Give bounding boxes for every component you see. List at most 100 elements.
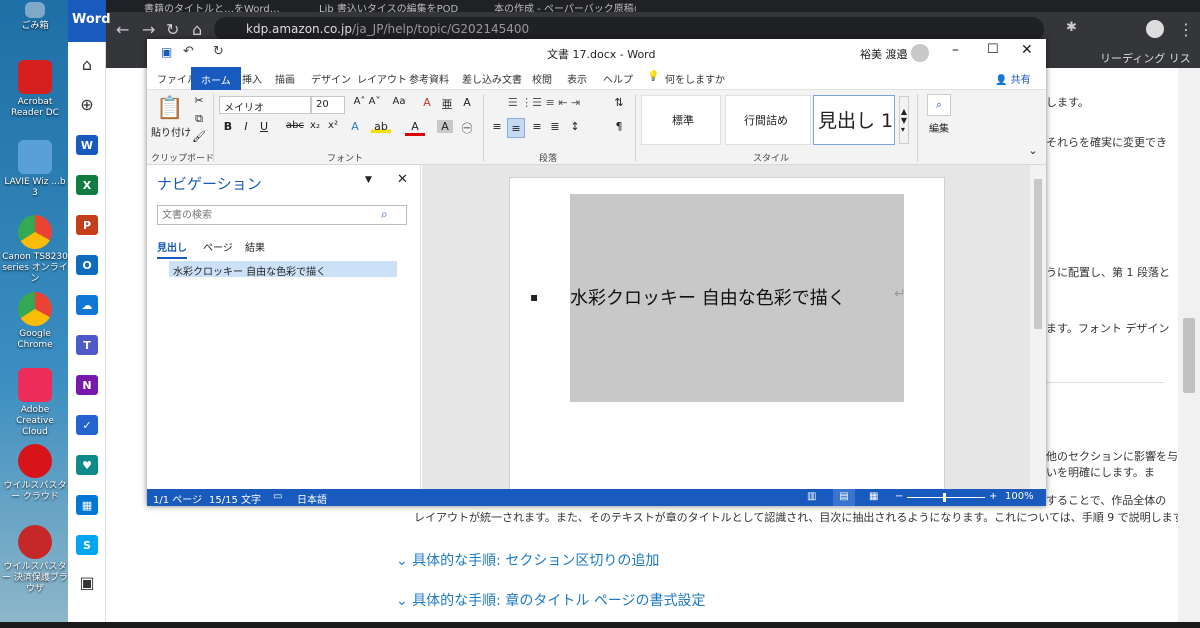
todo-app-icon[interactable]: ✓ bbox=[76, 415, 98, 435]
print-layout-icon[interactable]: ▤ bbox=[833, 489, 855, 506]
zoom-level[interactable]: 100% bbox=[1005, 491, 1034, 502]
align-right-icon[interactable]: ≡ bbox=[529, 120, 545, 133]
teams-app-icon[interactable]: T bbox=[76, 335, 98, 355]
desktop-icon-canon[interactable]: Canon TS8230 series オンライン bbox=[2, 215, 68, 285]
document-scrollbar[interactable] bbox=[1030, 165, 1046, 489]
profile-avatar[interactable] bbox=[1146, 20, 1164, 38]
browser-tab[interactable]: 書籍のタイトルと…をWord… bbox=[126, 0, 286, 12]
document-search-input[interactable] bbox=[157, 205, 407, 225]
address-bar[interactable]: kdp.amazon.co.jp/ja_JP/help/topic/G20214… bbox=[214, 17, 1044, 41]
line-spacing-icon[interactable]: ↕ bbox=[567, 120, 583, 133]
char-count[interactable]: 15/15 文字 bbox=[209, 491, 261, 506]
styles-scroll[interactable]: ▲ ▼ ▾ bbox=[899, 96, 909, 144]
maximize-icon[interactable]: ☐ bbox=[987, 42, 999, 57]
font-color-icon[interactable]: A bbox=[405, 120, 425, 136]
desktop-icon-lavie[interactable]: LAVIE Wiz ...b 3 bbox=[2, 140, 68, 199]
powerpoint-app-icon[interactable]: P bbox=[76, 215, 98, 235]
nav-tab-headings[interactable]: 見出し bbox=[157, 239, 187, 259]
document-page[interactable]: ▪ 水彩クロッキー 自由な色彩で描く ↵ bbox=[509, 177, 945, 497]
excel-app-icon[interactable]: X bbox=[76, 175, 98, 195]
onedrive-app-icon[interactable]: ☁ bbox=[76, 295, 98, 315]
home-icon[interactable]: ⌂ bbox=[192, 20, 202, 39]
font-grow-shrink-icon[interactable]: A˄ A˅ bbox=[347, 96, 387, 107]
reload-icon[interactable]: ↻ bbox=[166, 20, 179, 39]
sort-icon[interactable]: ⇅ bbox=[609, 96, 629, 109]
skype-app-icon[interactable]: S bbox=[76, 535, 98, 555]
tab-home[interactable]: ホーム bbox=[191, 67, 241, 90]
underline-icon[interactable]: U bbox=[257, 120, 271, 133]
family-safety-app-icon[interactable]: ♥ bbox=[76, 455, 98, 475]
copy-icon[interactable]: ⧉ bbox=[191, 112, 207, 126]
char-border-icon[interactable]: A bbox=[457, 96, 477, 109]
tab-view[interactable]: 表示 bbox=[567, 71, 587, 86]
italic-icon[interactable]: I bbox=[239, 120, 253, 133]
back-icon[interactable]: ← bbox=[116, 20, 129, 39]
tell-me-box[interactable]: 何をしますか bbox=[665, 71, 725, 86]
style-normal[interactable]: 標準 bbox=[641, 95, 721, 145]
word-app-icon[interactable]: W bbox=[76, 135, 98, 155]
desktop-icon-recycle-bin[interactable]: ごみ箱 bbox=[2, 2, 68, 32]
document-heading[interactable]: 水彩クロッキー 自由な色彩で描く bbox=[570, 284, 846, 310]
browser-tab[interactable]: Lib 書込いタイスの編集をPOD（ブー bbox=[301, 0, 461, 12]
desktop-icon-acrobat[interactable]: Acrobat Reader DC bbox=[2, 60, 68, 119]
search-icon[interactable]: ⌕ bbox=[381, 207, 388, 222]
tab-mailings[interactable]: 差し込み文書 bbox=[462, 71, 522, 86]
strikethrough-icon[interactable]: abc bbox=[285, 120, 305, 131]
enclose-char-icon[interactable]: ㊀ bbox=[457, 120, 477, 136]
all-apps-icon[interactable]: ▣ bbox=[74, 570, 100, 594]
scroll-thumb[interactable] bbox=[1183, 318, 1195, 393]
superscript-icon[interactable]: x² bbox=[325, 120, 341, 131]
plus-circle-icon[interactable]: ⊕ bbox=[74, 92, 100, 116]
home-icon[interactable]: ⌂ bbox=[74, 52, 100, 76]
nav-heading-item[interactable]: 水彩クロッキー 自由な色彩で描く bbox=[169, 261, 397, 278]
read-mode-icon[interactable]: ▥ bbox=[807, 491, 816, 502]
style-heading-1[interactable]: 見出し 1 bbox=[813, 95, 895, 145]
bold-icon[interactable]: B bbox=[221, 120, 235, 133]
zoom-out-icon[interactable]: − bbox=[895, 491, 903, 502]
phonetic-guide-icon[interactable]: 亜 bbox=[437, 96, 457, 112]
tab-help[interactable]: ヘルプ bbox=[603, 71, 633, 86]
close-icon[interactable]: ✕ bbox=[397, 172, 408, 187]
tab-insert[interactable]: 挿入 bbox=[242, 71, 262, 86]
format-painter-icon[interactable]: 🖌 bbox=[191, 130, 207, 143]
menu-icon[interactable]: ⋮ bbox=[1178, 20, 1194, 39]
expand-section-breaks-link[interactable]: ⌄ 具体的な手順: セクション区切りの追加 bbox=[396, 550, 659, 570]
justify-icon[interactable]: ≣ bbox=[547, 120, 563, 133]
paste-button[interactable]: 貼り付け bbox=[151, 124, 191, 139]
onenote-app-icon[interactable]: N bbox=[76, 375, 98, 395]
save-icon[interactable]: ▣ bbox=[161, 45, 172, 59]
calendar-app-icon[interactable]: ▦ bbox=[76, 495, 98, 515]
page-scrollbar[interactable] bbox=[1178, 68, 1200, 623]
proofing-icon[interactable]: ▭ bbox=[273, 491, 282, 502]
nav-tab-pages[interactable]: ページ bbox=[203, 239, 233, 254]
desktop-icon-chrome[interactable]: Google Chrome bbox=[2, 292, 68, 351]
minimize-icon[interactable]: – bbox=[952, 42, 959, 58]
user-avatar[interactable] bbox=[911, 44, 929, 62]
undo-icon[interactable]: ↶ bbox=[183, 44, 194, 59]
close-icon[interactable]: ✕ bbox=[1021, 42, 1033, 58]
redo-icon[interactable]: ↻ bbox=[213, 44, 224, 59]
align-left-icon[interactable]: ≡ bbox=[489, 120, 505, 133]
nav-tab-results[interactable]: 結果 bbox=[245, 239, 265, 254]
font-name-combo[interactable]: メイリオ bbox=[219, 96, 311, 114]
tab-layout[interactable]: レイアウト bbox=[357, 71, 407, 86]
desktop-icon-virusbuster-browser[interactable]: ウイルスバスター 決済保護ブラウザ bbox=[2, 525, 68, 595]
clear-format-icon[interactable]: A bbox=[417, 96, 437, 109]
language[interactable]: 日本語 bbox=[297, 491, 327, 506]
desktop-icon-adobe-cc[interactable]: Adobe Creative Cloud bbox=[2, 368, 68, 438]
web-layout-icon[interactable]: ▦ bbox=[869, 491, 878, 502]
zoom-in-icon[interactable]: + bbox=[989, 491, 997, 502]
list-buttons[interactable]: ☰ ⋮☰ ≡ ⇤ ⇥ bbox=[489, 96, 599, 109]
zoom-slider-thumb[interactable] bbox=[943, 493, 946, 502]
page-count[interactable]: 1/1 ページ bbox=[153, 491, 202, 506]
expand-chapter-title-link[interactable]: ⌄ 具体的な手順: 章のタイトル ページの書式設定 bbox=[396, 590, 706, 610]
subscript-icon[interactable]: x₂ bbox=[307, 120, 323, 131]
browser-tab[interactable]: 本の作成 - ペーパーバック原稿の書 bbox=[476, 0, 636, 12]
tab-review[interactable]: 校閲 bbox=[532, 71, 552, 86]
editing-button[interactable]: 編集 bbox=[923, 120, 955, 135]
scroll-thumb[interactable] bbox=[1034, 179, 1042, 329]
show-marks-icon[interactable]: ¶ bbox=[609, 120, 629, 133]
collapse-ribbon-icon[interactable]: ⌄ bbox=[1025, 144, 1041, 157]
zoom-slider[interactable] bbox=[907, 497, 985, 498]
desktop-icon-virusbuster[interactable]: ウイルスバスター クラウド bbox=[2, 444, 68, 503]
